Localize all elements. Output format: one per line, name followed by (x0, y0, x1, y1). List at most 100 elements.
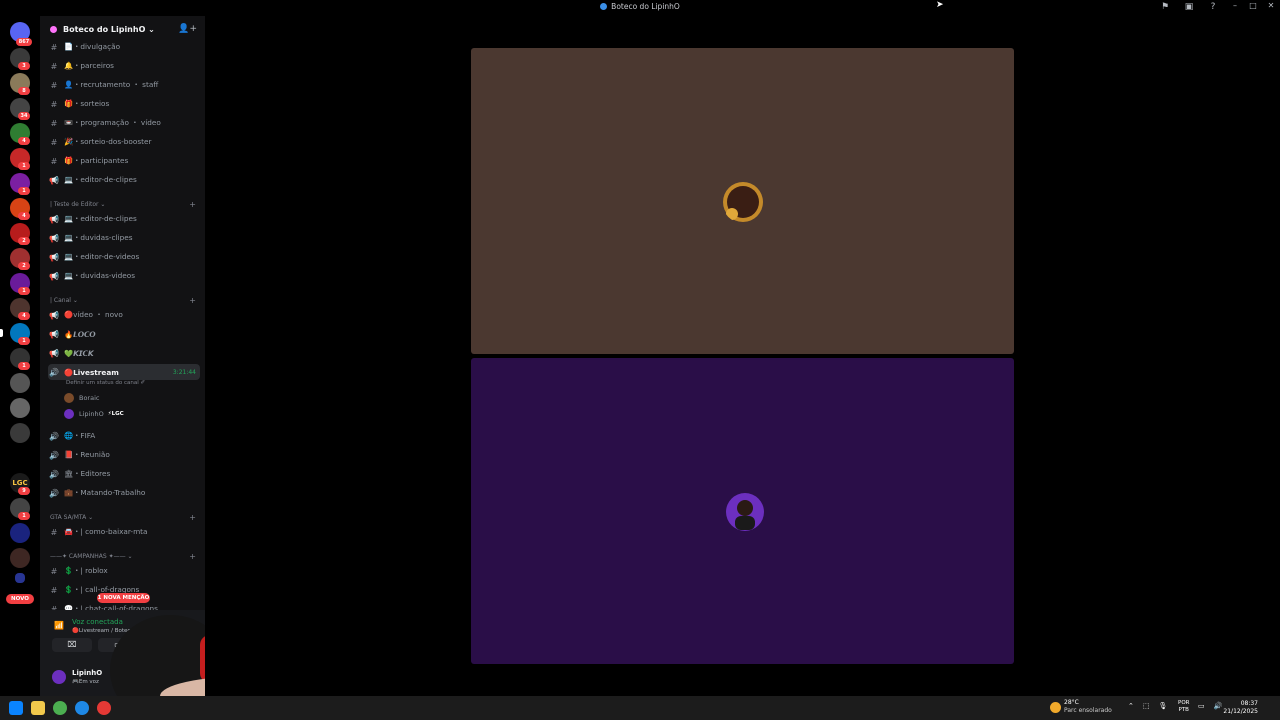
file-explorer-icon[interactable] (31, 701, 45, 715)
system-tray-icons: ▭ 🔊 (1198, 702, 1222, 710)
voice-user[interactable]: LipinhO ⚡LGC (64, 407, 124, 421)
channel-label: 📄・divulgação (64, 42, 121, 51)
channel-item[interactable]: 📢 💻・duvidas-videos (48, 268, 200, 284)
voice-user[interactable]: Boraic (64, 391, 99, 405)
category-canal[interactable]: | Canal ⌄ + (50, 294, 200, 306)
voice-stage (205, 16, 1280, 696)
new-mention-badge[interactable]: 1 NOVA MENÇÃO (97, 593, 150, 603)
channel-item[interactable]: 🔊 💼・Matando-Trabalho (48, 485, 200, 501)
server-badge: 8 (18, 87, 30, 95)
app-tray-icon[interactable]: ⬚ (1143, 702, 1150, 710)
server-icon[interactable] (10, 423, 30, 443)
maximize-button[interactable]: □ (1248, 1, 1258, 10)
voice-status[interactable]: Voz conectada (72, 618, 123, 626)
server-badge: 4 (18, 312, 30, 320)
announce-channel-icon: 📢 (49, 310, 59, 320)
new-unreads-badge[interactable]: NOVO (6, 594, 34, 604)
text-channel-icon: # (50, 99, 58, 109)
minimize-button[interactable]: – (1230, 1, 1240, 10)
category-campanhas[interactable]: ——✦ CAMPANHAS ✦—— ⌄ + (50, 550, 200, 562)
server-icon[interactable] (10, 373, 30, 393)
text-channel-icon: # (50, 527, 58, 537)
add-channel-icon[interactable]: + (189, 513, 196, 522)
speaker-icon: 🔊 (49, 367, 59, 377)
channel-label: 🌐・FIFA (64, 431, 96, 440)
channel-label: 💚𝙆𝙄𝘾𝙆 (64, 348, 94, 358)
channel-item[interactable]: # 🔔・parceiros (48, 58, 200, 74)
server-list: 867 3 8 34 4 1 1 4 2 2 1 4 1 1 LGC 9 1 N… (0, 16, 40, 696)
clock[interactable]: 08:37 21/12/2025 (1223, 700, 1258, 716)
channel-item[interactable]: 📢 🔴vídeo ・ novo (48, 307, 200, 323)
close-button[interactable]: ✕ (1266, 1, 1276, 10)
channel-item[interactable]: # 🚘・| como-baixar-mta (48, 524, 200, 540)
camera-off-button[interactable]: ⌧ (52, 638, 92, 652)
channel-item[interactable]: 📢 💻・editor-de-videos (48, 249, 200, 265)
server-icon[interactable] (10, 548, 30, 568)
channel-item[interactable]: 📢 💻・duvidas-clipes (48, 230, 200, 246)
add-channel-icon[interactable]: + (189, 200, 196, 209)
channel-item[interactable]: # 🎉・sorteio-dos-booster (48, 134, 200, 150)
title-bar: Boteco do LipinhO ⚑ ▣ ? – □ ✕ (0, 0, 1280, 16)
channel-item[interactable]: 📢 🔥𝙇𝙊𝘾𝙊 (48, 326, 200, 342)
channel-item[interactable]: # 🎁・participantes (48, 153, 200, 169)
category-teste-de-editor[interactable]: | Teste de Editor ⌄ + (50, 198, 200, 210)
channel-item[interactable]: # 👤・recrutamento ・ staff (48, 77, 200, 93)
user-status: 🎮Em voz (72, 679, 99, 685)
announce-channel-icon: 📢 (49, 329, 59, 339)
screen-share-icon[interactable]: ▣ (1184, 2, 1194, 12)
volume-icon[interactable]: 🔊 (1214, 702, 1223, 710)
channel-item[interactable]: 🔊 📕・Reunião (48, 447, 200, 463)
server-badge: 3 (18, 62, 30, 70)
channel-item[interactable]: 📢 💻・editor-de-clipes (48, 172, 200, 188)
chrome-icon[interactable] (53, 701, 67, 715)
edge-icon[interactable] (75, 701, 89, 715)
category-label: | Canal ⌄ (50, 296, 78, 304)
share-screen-button[interactable]: ▭ (98, 638, 138, 652)
avatar[interactable] (52, 670, 66, 684)
language-indicator[interactable]: POR PTB (1178, 700, 1189, 714)
start-menu-icon[interactable] (9, 701, 23, 715)
chevron-up-icon[interactable]: ⌃ (1128, 702, 1134, 710)
add-channel-icon[interactable]: + (189, 552, 196, 561)
channel-label: 🎁・sorteios (64, 99, 110, 108)
server-badge: 1 (18, 337, 30, 345)
channel-item[interactable]: # 📼・programação ・ vídeo (48, 115, 200, 131)
category-gta[interactable]: GTA SA/MTA ⌄ + (50, 511, 200, 523)
invite-people-icon[interactable]: 👤+ (178, 24, 197, 34)
channel-item[interactable]: # 💲・| roblox (48, 563, 200, 579)
channel-item[interactable]: 🔊 🏛・Editores (48, 466, 200, 482)
text-channel-icon: # (50, 585, 58, 595)
add-channel-icon[interactable]: + (189, 296, 196, 305)
mouse-cursor-icon: ➤ (936, 0, 944, 10)
text-channel-icon: # (50, 61, 58, 71)
speaker-icon: 🔊 (49, 469, 59, 479)
text-channel-icon: # (50, 137, 58, 147)
category-label: | Teste de Editor ⌄ (50, 200, 106, 208)
server-icon[interactable] (10, 523, 30, 543)
channel-item[interactable]: 📢 💻・editor-de-clipes (48, 211, 200, 227)
microphone-icon[interactable]: 🎙 (1159, 702, 1168, 710)
channel-label: 💻・editor-de-videos (64, 252, 140, 261)
voice-location[interactable]: 🔴Livestream / Boteco do LipinhO (72, 628, 165, 634)
network-icon[interactable]: ▭ (1198, 702, 1205, 710)
channel-item[interactable]: 📢 💚𝙆𝙄𝘾𝙆 (48, 345, 200, 361)
selected-server-indicator (0, 329, 3, 337)
help-icon[interactable]: ? (1208, 2, 1218, 12)
voice-channel-livestream[interactable]: 🔊 🔴Livestream 3:21:44 (48, 364, 200, 380)
channel-label: 🔴vídeo ・ novo (64, 310, 123, 319)
server-badge: 2 (18, 262, 30, 270)
folder-icon[interactable] (15, 573, 25, 583)
opera-icon[interactable] (97, 701, 111, 715)
participant-tile-boraic[interactable] (471, 48, 1014, 354)
weather-widget[interactable]: 28°C Parc ensolarado (1050, 699, 1112, 715)
server-icon[interactable] (10, 398, 30, 418)
channel-status-prompt[interactable]: Definir um status do canal ✐ (66, 380, 145, 386)
user-name[interactable]: LipinhO (72, 669, 102, 677)
guild-name: Boteco do LipinhO (63, 24, 146, 34)
channel-item[interactable]: # 📄・divulgação (48, 39, 200, 55)
channel-item[interactable]: # 🎁・sorteios (48, 96, 200, 112)
participant-tile-lipinho[interactable] (471, 358, 1014, 664)
announce-channel-icon: 📢 (49, 175, 59, 185)
inbox-icon[interactable]: ⚑ (1160, 2, 1170, 12)
channel-item[interactable]: 🔊 🌐・FIFA (48, 428, 200, 444)
